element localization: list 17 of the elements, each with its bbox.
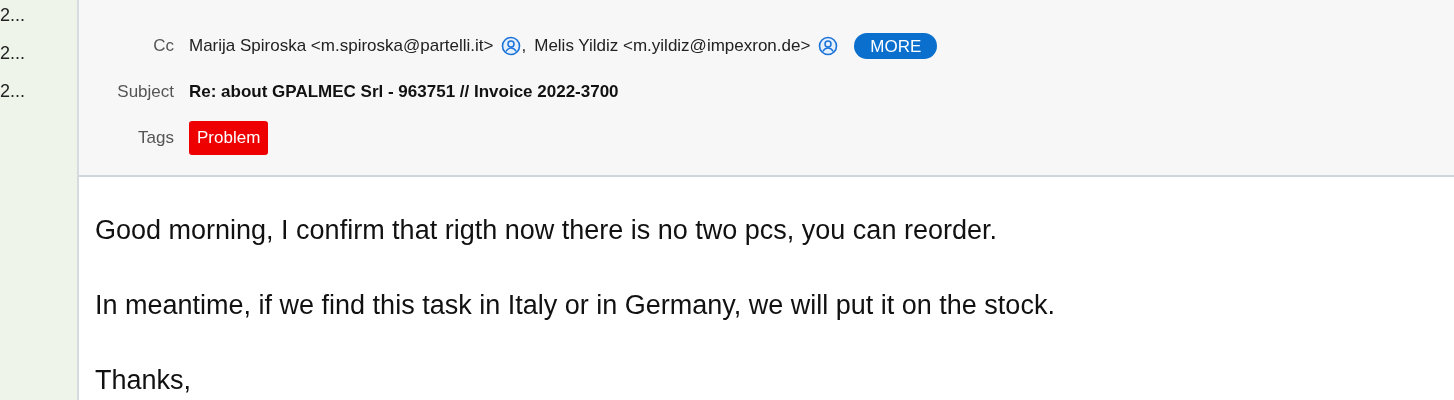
field-label: Subject [116, 81, 175, 104]
message-date[interactable]: 2... [0, 79, 77, 117]
contact-icon[interactable] [501, 36, 522, 56]
recipient-address[interactable]: Marija Spiroska <m.spiroska@partelli.it> [189, 33, 494, 59]
field-label: Cc [152, 35, 175, 58]
body-paragraph: In meantime, if we find this task in Italy or in Germany, we will put it on the stock. [95, 289, 1056, 322]
subject-text: Re: about GPALMEC Srl - 963751 // Invoice 2022-3700 [189, 81, 619, 104]
more-button[interactable]: MORE [854, 33, 938, 59]
separator-comma: , [521, 35, 527, 58]
field-label: Tags [137, 127, 175, 150]
tag-badge[interactable]: Problem [189, 121, 269, 155]
body-paragraph: Good morning, I confirm that rigth now there is no two pcs, you can reorder. [95, 214, 998, 247]
message-date[interactable]: 2... [0, 3, 77, 41]
recipient-address[interactable]: Melis Yildiz <m.yildiz@impexron.de> [534, 33, 811, 59]
body-paragraph: Thanks, [95, 364, 193, 397]
message-date[interactable]: 2... [0, 41, 77, 79]
contact-icon[interactable] [818, 36, 839, 56]
